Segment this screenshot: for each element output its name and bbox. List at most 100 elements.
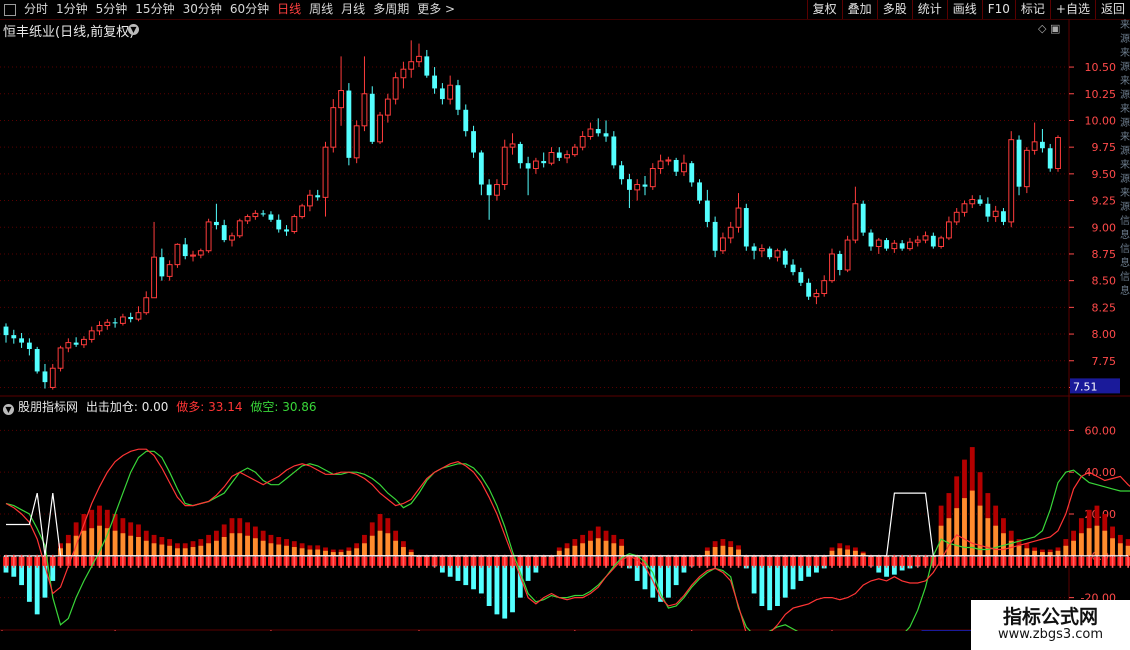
baseline-marker-tick xyxy=(901,554,903,568)
toolbar-button[interactable]: F10 xyxy=(981,0,1015,19)
baseline-marker-tick xyxy=(348,554,350,568)
toolbar-button[interactable]: 返回 xyxy=(1094,0,1130,19)
histogram-bar-inner xyxy=(299,548,305,556)
baseline-marker-tick xyxy=(667,554,670,568)
toolbar-button[interactable]: +自选 xyxy=(1049,0,1095,19)
histogram-bar-inner xyxy=(369,535,375,556)
candle-body-down xyxy=(642,184,648,187)
toolbar-button[interactable]: 标记 xyxy=(1014,0,1050,19)
baseline-marker-tick xyxy=(1026,554,1028,568)
stock-title: 恒丰纸业(日线,前复权) xyxy=(3,25,135,40)
candle-body-down xyxy=(603,133,609,137)
toolbar-button[interactable]: 多股 xyxy=(876,0,912,19)
period-tab[interactable]: 多周期 xyxy=(369,0,413,19)
baseline-marker-tick xyxy=(722,554,724,568)
candle-body-down xyxy=(42,371,48,383)
period-tab[interactable]: 15分钟 xyxy=(131,0,178,19)
candle-body-down xyxy=(276,219,282,230)
candle-body-up xyxy=(852,203,859,241)
baseline-marker-tick xyxy=(737,554,740,568)
zuokong-label: 做空: xyxy=(250,400,279,414)
period-tab[interactable]: 日线 xyxy=(273,0,305,19)
candle-body-up xyxy=(205,221,212,252)
baseline-marker-tick xyxy=(839,554,841,568)
period-tab[interactable]: 1分钟 xyxy=(52,0,92,19)
chart-area[interactable]: 10.50 10.25 10.00 9.75 9.50 9.25 9.00 8.75 8.50 8… xyxy=(0,19,1130,631)
period-tab[interactable]: 分时 xyxy=(20,0,52,19)
candle-body-down xyxy=(315,195,321,198)
indicator-name[interactable]: 股朋指标网 xyxy=(18,400,78,414)
period-tab[interactable]: 月线 xyxy=(337,0,369,19)
candle-body-up xyxy=(306,194,313,207)
baseline-marker-tick xyxy=(971,554,974,568)
candle-body-down xyxy=(525,163,531,169)
candle-body-up xyxy=(392,77,399,100)
candle-body-up xyxy=(774,250,781,258)
chevron-down-icon[interactable]: ▼ xyxy=(3,404,14,415)
chuji-label: 出击加仓: xyxy=(85,400,138,414)
candle-body-up xyxy=(416,55,422,63)
candle-body-down xyxy=(34,349,40,372)
period-tab[interactable]: 30分钟 xyxy=(179,0,226,19)
baseline-marker-tick xyxy=(122,554,124,568)
candle-body-down xyxy=(26,342,32,350)
candle-body-down xyxy=(486,184,492,196)
period-tab[interactable]: 更多 > xyxy=(413,0,459,19)
candle-body-up xyxy=(758,248,765,252)
watermark-url: www.zbgs3.com xyxy=(997,627,1104,642)
candle-body-down xyxy=(868,232,874,247)
baseline-marker-tick xyxy=(270,554,272,568)
toolbar-button[interactable]: 复权 xyxy=(806,0,842,19)
baseline-marker-tick xyxy=(683,554,685,568)
side-info-strip[interactable]: 来源来源来源来源来源来源来源信息信息信息 xyxy=(1120,19,1130,631)
histogram-bar-inner xyxy=(401,547,406,556)
baseline-marker-tick xyxy=(410,554,413,568)
candle-body-up xyxy=(96,325,103,332)
histogram-bar-inner xyxy=(611,543,617,556)
candle-body-up xyxy=(447,84,454,100)
baseline-marker-tick xyxy=(581,554,584,568)
candle-body-down xyxy=(697,182,702,201)
histogram-bar-inner xyxy=(151,543,157,556)
diamond-icon[interactable]: ◇ xyxy=(1038,22,1046,35)
candle-body-up xyxy=(953,211,960,223)
window-menu-icon[interactable] xyxy=(4,3,16,16)
period-tab[interactable]: 5分钟 xyxy=(92,0,132,19)
period-tab[interactable]: 周线 xyxy=(305,0,337,19)
candle-body-up xyxy=(681,162,687,173)
candle-body-down xyxy=(837,253,843,270)
candle-body-up xyxy=(961,203,968,213)
kong-line xyxy=(5,450,1130,631)
price-tick-label: 8.50 xyxy=(1092,275,1117,288)
restore-window-icon[interactable]: ▣ xyxy=(1050,22,1060,35)
candle-body-down xyxy=(930,235,936,247)
candle-body-up xyxy=(143,297,150,314)
baseline-marker-tick xyxy=(1041,554,1044,568)
candle-body-up xyxy=(735,207,742,228)
toolbar-button[interactable]: 画线 xyxy=(946,0,982,19)
toolbar-button[interactable]: 叠加 xyxy=(841,0,877,19)
baseline-marker-tick xyxy=(20,554,23,568)
baseline-marker-tick xyxy=(877,554,880,568)
histogram-bar-inner xyxy=(128,535,134,556)
candle-body-up xyxy=(1055,137,1061,170)
baseline-marker-tick xyxy=(363,554,366,568)
period-tab[interactable]: 60分钟 xyxy=(226,0,273,19)
candle-body-down xyxy=(541,161,547,164)
baseline-marker-tick xyxy=(1080,554,1083,568)
baseline-marker-tick xyxy=(387,554,389,568)
chevron-down-icon[interactable]: ▼ xyxy=(128,24,139,35)
candle-body-up xyxy=(969,198,976,205)
histogram-bar-inner xyxy=(1094,525,1100,556)
baseline-marker-tick xyxy=(745,554,748,568)
candle-body-up xyxy=(813,292,820,298)
candle-body-down xyxy=(213,221,219,226)
candle-body-up xyxy=(65,342,72,349)
candle-body-down xyxy=(284,229,289,232)
candle-body-down xyxy=(268,214,274,220)
baseline-marker-tick xyxy=(223,554,225,568)
toolbar-button[interactable]: 统计 xyxy=(911,0,947,19)
window-controls: ◇ ▣ xyxy=(1038,22,1060,35)
histogram-bar-inner xyxy=(385,533,391,556)
candle-body-down xyxy=(626,179,632,190)
